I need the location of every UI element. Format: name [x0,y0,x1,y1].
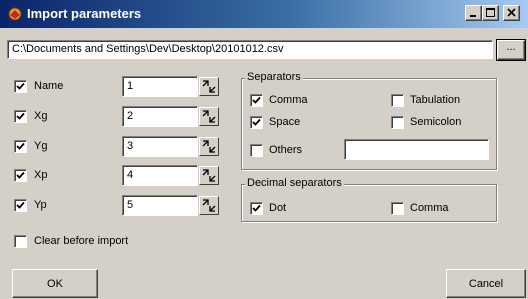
xp-checkbox[interactable] [14,169,27,182]
clear-before-import-label: Clear before import [34,235,129,247]
semicolon-separator-label: Semicolon [410,116,462,128]
separators-group-title: Separators [245,71,303,83]
name-column-input[interactable]: 1 [122,76,198,97]
dot-decimal-label: Dot [269,202,287,214]
yp-checkbox[interactable] [14,199,27,212]
comma-separator-checkbox[interactable] [250,94,263,107]
others-separator-label: Others [269,144,303,156]
tabulation-separator-label: Tabulation [410,94,461,106]
others-separator-checkbox[interactable] [250,144,263,157]
dot-decimal-checkbox[interactable] [250,202,263,215]
xp-column-input[interactable]: 4 [122,165,198,186]
yg-column-input[interactable]: 3 [122,136,198,157]
xg-label: Xg [34,110,48,122]
minimize-icon [470,15,476,17]
tabulation-separator-checkbox[interactable] [391,94,404,107]
name-label: Name [34,80,64,92]
checkmark-icon [16,201,25,209]
close-button[interactable] [503,5,520,21]
yg-label: Yg [34,140,48,152]
minimize-button[interactable] [465,5,482,21]
others-separator-input[interactable] [344,139,489,160]
window-title: Import parameters [27,6,142,21]
spin-arrows-icon [202,80,216,93]
decimal-separators-group-title: Decimal separators [245,177,344,189]
yg-checkbox[interactable] [14,140,27,153]
xp-label: Xp [34,169,48,181]
xp-spin-button[interactable] [199,166,219,185]
spin-arrows-icon [202,110,216,123]
comma-separator-label: Comma [269,94,308,106]
yp-spin-button[interactable] [199,196,219,215]
yp-label: Yp [34,199,47,211]
checkmark-icon [252,118,261,126]
yp-column-input[interactable]: 5 [122,195,198,216]
xg-column-input[interactable]: 2 [122,106,198,127]
checkmark-icon [16,112,25,120]
cancel-button[interactable]: Cancel [446,269,526,298]
checkmark-icon [16,82,25,90]
checkmark-icon [252,96,261,104]
space-separator-checkbox[interactable] [250,116,263,129]
maximize-button[interactable] [482,5,499,21]
xg-checkbox[interactable] [14,110,27,123]
comma-decimal-label: Comma [410,202,449,214]
yg-spin-button[interactable] [199,137,219,156]
name-spin-button[interactable] [199,77,219,96]
checkmark-icon [16,171,25,179]
title-bar: Import parameters [0,0,528,28]
space-separator-label: Space [269,116,301,128]
comma-decimal-checkbox[interactable] [391,202,404,215]
app-icon [8,7,22,21]
semicolon-separator-checkbox[interactable] [391,116,404,129]
ok-button[interactable]: OK [12,269,98,298]
close-icon [507,8,516,17]
spin-arrows-icon [202,199,216,212]
browse-button[interactable]: ... [497,40,525,60]
maximize-icon [486,8,495,17]
spin-arrows-icon [202,169,216,182]
clear-before-import-checkbox[interactable] [14,235,27,248]
xg-spin-button[interactable] [199,107,219,126]
name-checkbox[interactable] [14,80,27,93]
file-path-input[interactable]: C:\Documents and Settings\Dev\Desktop\20… [7,40,493,59]
checkmark-icon [252,204,261,212]
spin-arrows-icon [202,140,216,153]
checkmark-icon [16,142,25,150]
